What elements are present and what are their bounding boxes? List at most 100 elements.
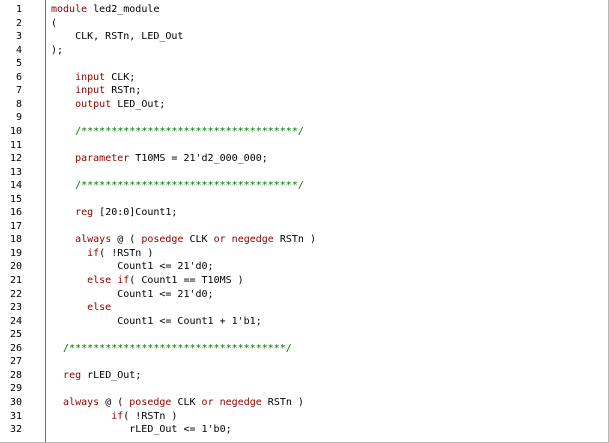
keyword-token: output [75,99,112,110]
keyword-token: always [75,234,112,245]
code-line[interactable]: /************************************/ [51,125,304,138]
code-editor[interactable]: 1 2 3 4 5 6 7 8 9 10 11 12 13 14 15 16 17 18 19 20 21 22 23 24 2… [0,0,609,443]
code-token: LED_Out; [111,99,166,110]
line-number: 6 [15,72,22,83]
code-token: ( !RSTn ) [123,411,178,422]
code-token: RSTn ) [273,234,316,245]
code-line[interactable]: input CLK; [51,71,135,84]
code-line[interactable]: Count1 <= 21'd0; [51,260,214,273]
line-number: 4 [15,45,22,56]
comment-token: /************************************/ [63,343,292,354]
line-number: 17 [9,221,22,232]
line-number: 3 [15,31,22,42]
comment-token: /************************************/ [75,126,304,137]
keyword-token: reg [75,207,94,218]
code-line[interactable]: /************************************/ [51,342,292,355]
keyword-token: or [213,234,226,245]
line-number: 27 [9,356,22,367]
line-number: 5 [15,58,22,69]
line-number: 2 [15,18,22,29]
code-token: @ ( [99,397,130,408]
code-line[interactable]: if( !RSTn ) [51,410,177,423]
keyword-token: if [111,411,124,422]
line-number: 20 [9,261,22,272]
line-number: 25 [9,329,22,340]
code-token: T10MS = 21'd2_000_000; [129,153,268,164]
code-token: ( !RSTn ) [99,248,154,259]
gutter-divider [45,0,46,443]
code-line[interactable]: Count1 <= 21'd0; [51,288,214,301]
line-number: 32 [9,424,22,435]
keyword-token: negedge [231,234,274,245]
line-number: 29 [9,383,22,394]
code-line[interactable]: input RSTn; [51,84,141,97]
line-number: 15 [9,194,22,205]
keyword-token: or [201,397,214,408]
code-area[interactable]: module led2_module ( CLK, RSTn, LED_Out);… [51,0,609,443]
code-line[interactable]: always @ ( posedge CLK or negedge RSTn ) [51,396,304,409]
code-line[interactable]: else [51,301,111,314]
keyword-token: else [87,302,112,313]
line-number: 28 [9,370,22,381]
code-token: CLK [183,234,214,245]
line-number: 31 [9,411,22,422]
keyword-token: if [87,248,100,259]
code-token: CLK, RSTn, LED_Out [51,31,184,42]
keyword-token: always [63,397,100,408]
line-number: 11 [9,140,22,151]
code-token: rLED_Out; [81,370,142,381]
code-token: led2_module [93,4,160,15]
code-line[interactable]: ); [51,44,63,57]
keyword-token: input [75,85,106,96]
line-number: 14 [9,180,22,191]
line-number: 26 [9,343,22,354]
code-token: ); [51,45,64,56]
code-token: RSTn ) [261,397,304,408]
keyword-token: negedge [219,397,262,408]
code-token: CLK; [105,72,136,83]
code-line[interactable]: always @ ( posedge CLK or negedge RSTn ) [51,233,316,246]
code-token: [20:0]Count1; [93,207,178,218]
code-line[interactable]: rLED_Out <= 1'b0; [51,423,232,436]
code-token: rLED_Out <= 1'b0; [51,424,232,435]
code-line[interactable]: output LED_Out; [51,98,165,111]
keyword-token: else if [87,275,130,286]
code-token: Count1 <= 21'd0; [51,261,214,272]
line-number: 9 [15,112,22,123]
code-line[interactable]: /************************************/ [51,179,304,192]
code-line[interactable]: CLK, RSTn, LED_Out [51,30,183,43]
code-token: ( Count1 == T10MS ) [129,275,244,286]
code-line[interactable]: parameter T10MS = 21'd2_000_000; [51,152,268,165]
code-line[interactable]: ( [51,17,57,30]
code-line[interactable]: if( !RSTn ) [51,247,153,260]
line-number: 19 [9,248,22,259]
line-number: 7 [15,85,22,96]
code-line[interactable]: Count1 <= Count1 + 1'b1; [51,315,262,328]
code-line[interactable]: reg [20:0]Count1; [51,206,177,219]
line-number: 22 [9,289,22,300]
keyword-token: input [75,72,106,83]
code-token: Count1 <= 21'd0; [51,289,214,300]
code-line[interactable]: module led2_module [51,3,159,16]
code-token: Count1 <= Count1 + 1'b1; [51,316,262,327]
line-number: 24 [9,316,22,327]
line-number-gutter: 1 2 3 4 5 6 7 8 9 10 11 12 13 14 15 16 17 18 19 20 21 22 23 24 2… [0,0,45,443]
line-number: 21 [9,275,22,286]
keyword-token: parameter [75,153,130,164]
keyword-token: module [51,4,94,15]
code-line[interactable]: reg rLED_Out; [51,369,141,382]
code-line[interactable]: else if( Count1 == T10MS ) [51,274,244,287]
line-number: 30 [9,397,22,408]
